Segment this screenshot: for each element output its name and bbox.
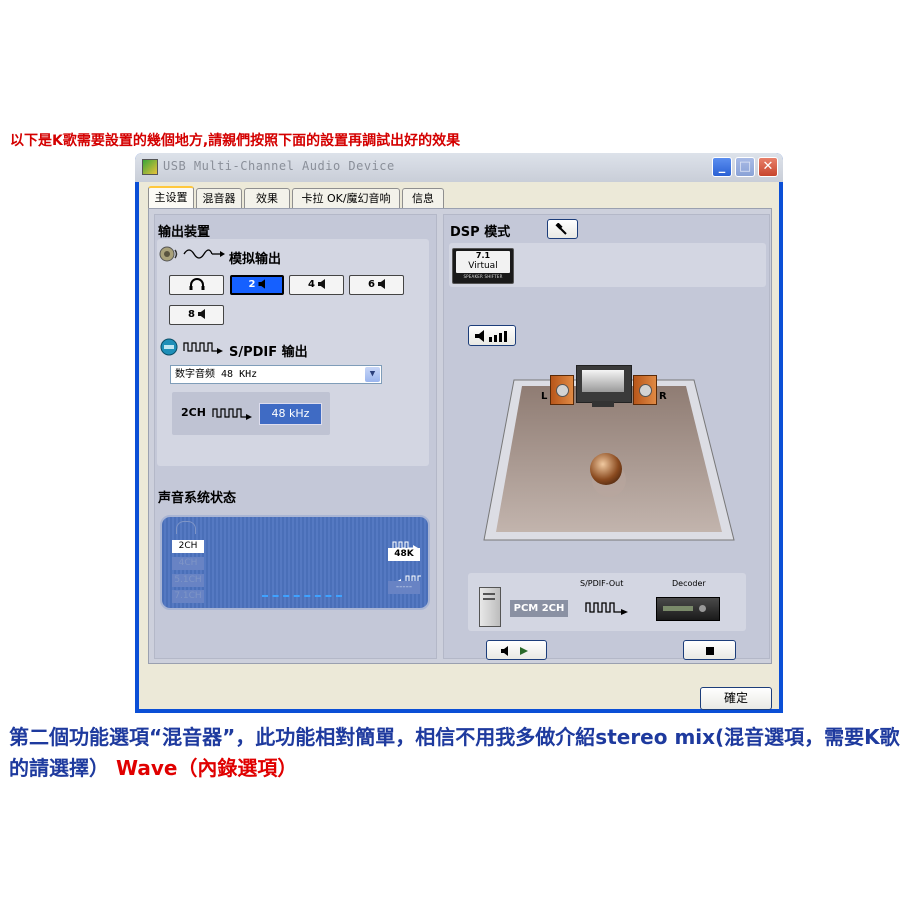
drive-bay [483,593,495,595]
minimize-button[interactable]: _ [712,157,732,177]
speaker-6-button[interactable]: 6 [349,275,404,295]
output-device-area: 输出装置 模拟输出 2 4 6 8 S/PDIF 输出 数字音频 48 KHz … [154,214,437,659]
speaker-2-label: 2 [248,279,256,290]
analog-wave-icon [182,246,228,266]
speaker-2-button[interactable]: 2 [230,275,284,295]
hammer-icon [554,221,567,235]
decoder-device-icon [656,597,720,621]
speaker-4-button[interactable]: 4 [289,275,344,295]
test-play-button[interactable] [486,640,547,660]
decoder-label: Decoder [672,579,706,588]
spdif-out-label: S/PDIF-Out [580,579,624,588]
sound-status-display: 2CH 4CH 5.1CH 7.1CH 48K ----- [160,515,430,610]
speaker-icon [317,279,325,289]
channel-2ch: 2CH [172,540,204,553]
right-channel-label: R [659,391,667,402]
maximize-button[interactable]: □ [735,157,755,177]
front-left-speaker-icon [550,375,574,405]
ok-button[interactable]: 確定 [700,687,772,710]
speaker-cone [639,384,652,397]
dsp-area: DSP 模式 7.1 Virtual SPEAKER SHIFTER L R S… [443,214,770,660]
digital-pulse-icon [182,339,228,358]
spdif-port-icon [159,338,179,360]
window-title: USB Multi-Channel Audio Device [163,159,395,173]
speaker-icon [197,309,205,319]
sound-status-title: 声音系统状态 [158,491,237,506]
speaker-8-button[interactable]: 8 [169,305,224,325]
speaker-bars-icon [475,329,507,342]
decoder-knob [699,605,706,612]
dsp-mode-title: DSP 模式 [450,225,511,240]
tab-mixer[interactable]: 混音器 [196,188,242,208]
stop-icon [705,646,714,655]
digital-pulse-icon [584,600,636,620]
analog-output-title: 模拟输出 [229,252,282,267]
pc-tower-icon [479,587,501,627]
speaker-6-label: 6 [368,279,375,290]
stop-button[interactable] [683,640,736,660]
status-rate-in: ----- [388,581,420,594]
spdif-output-title: S/PDIF 输出 [229,345,308,360]
top-caption: 以下是K歌需要設置的幾個地方,請親們按照下面的設置再調試出好的效果 [10,133,461,149]
speaker-4-label: 4 [308,279,315,290]
channel-7-1ch: 7.1CH [172,590,204,603]
audio-device-window: USB Multi-Channel Audio Device _ □ ✕ 主设置… [135,153,783,713]
level-meter [262,595,342,597]
main-settings-panel: 输出装置 模拟输出 2 4 6 8 S/PDIF 输出 数字音频 48 KHz … [148,208,772,664]
speaker-volume-icon [159,245,181,267]
monitor-stand [592,401,614,407]
spdif-rate-badge: 48 kHz [259,403,322,425]
tab-effects[interactable]: 效果 [244,188,290,208]
front-right-speaker-icon [633,375,657,405]
bottom-caption: 第二個功能選項“混音器”，此功能相對簡單，相信不用我多做介紹stereo mix… [9,722,904,784]
speaker-cone [556,384,569,397]
headphone-icon [189,278,204,290]
monitor-screen [582,370,624,392]
virtual-71-number: 7.1 [475,251,491,260]
virtual-71-face: 7.1 Virtual [456,251,510,273]
speaker-shifter-label: SPEAKER SHIFTER [463,274,503,279]
app-icon [142,159,158,175]
dsp-tool-button[interactable] [547,219,578,239]
close-button[interactable]: ✕ [758,157,778,177]
pcm-format-badge: PCM 2CH [510,600,568,617]
listener-position-ball[interactable] [590,453,622,485]
headphone-icon [176,521,196,534]
speaker-level-button[interactable] [468,325,516,346]
tab-main-settings[interactable]: 主设置 [148,186,194,209]
virtual-71-button[interactable]: 7.1 Virtual SPEAKER SHIFTER [452,248,514,284]
channel-5-1ch: 5.1CH [172,574,204,587]
spdif-format-select[interactable]: 数字音频 48 KHz ▼ [170,365,382,384]
title-bar[interactable]: USB Multi-Channel Audio Device _ □ ✕ [135,153,783,182]
output-device-title: 输出装置 [158,225,211,240]
spdif-format-value: 数字音频 48 KHz [175,369,258,380]
spdif-chain-box: 2CH 48 kHz [172,392,330,435]
monitor-icon [576,365,632,403]
drive-bay [483,598,495,600]
speaker-play-icon [500,645,528,656]
speaker-8-label: 8 [188,309,195,320]
status-rate-out: 48K [388,548,420,561]
left-channel-label: L [541,391,548,402]
headphone-button[interactable] [169,275,224,295]
virtual-71-label: Virtual [468,261,498,271]
chevron-down-icon[interactable]: ▼ [365,367,380,382]
tab-info[interactable]: 信息 [402,188,444,208]
spdif-chain-label: 2CH [181,406,206,419]
decoder-display [663,606,693,611]
bottom-caption-highlight: Wave（內錄選項） [115,756,298,780]
speaker-icon [377,279,385,289]
dialog-client: 主设置 混音器 效果 卡拉 OK/魔幻音响 信息 输出装置 模拟输出 2 4 6… [139,182,779,710]
tab-karaoke[interactable]: 卡拉 OK/魔幻音响 [292,188,400,208]
digital-pulse-icon [212,405,256,424]
speaker-icon [258,279,266,289]
channel-4ch: 4CH [172,557,204,570]
